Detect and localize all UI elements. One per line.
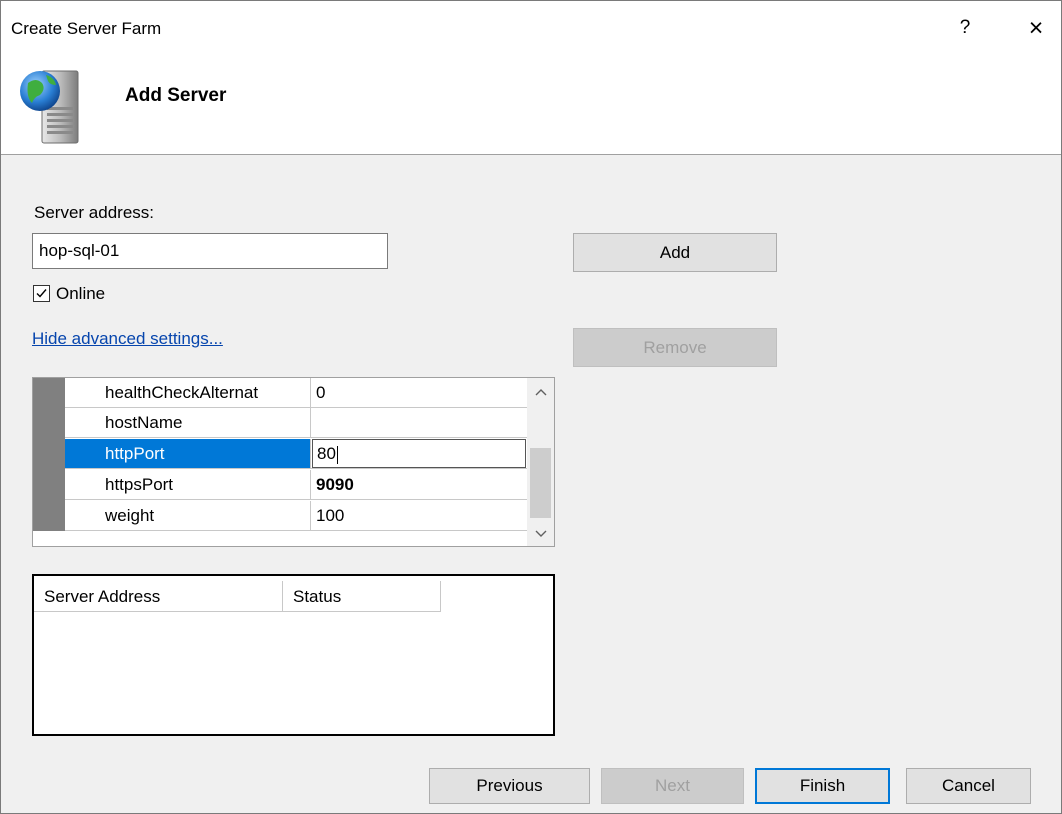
help-button[interactable]: ? [953, 15, 977, 41]
scroll-up-icon[interactable] [527, 378, 554, 404]
property-value-editor[interactable]: 80 [312, 439, 526, 468]
column-header-status[interactable]: Status [283, 581, 441, 612]
property-name-text: httpPort [105, 444, 165, 463]
server-address-label: Server address: [34, 203, 154, 222]
property-grid-gutter [33, 378, 65, 531]
property-name: httpPort [65, 439, 311, 468]
property-grid-scrollbar[interactable] [527, 378, 554, 546]
next-button[interactable]: Next [601, 768, 744, 804]
property-value[interactable]: 100 [312, 501, 526, 530]
cancel-button[interactable]: Cancel [906, 768, 1031, 804]
property-name: httpsPort [65, 470, 311, 499]
previous-button[interactable]: Previous [429, 768, 590, 804]
property-name: hostName [65, 408, 311, 437]
property-value[interactable]: 0 [312, 378, 526, 407]
property-row-selected[interactable]: httpPort 80 [65, 439, 527, 469]
wizard-header: Add Server [1, 53, 1061, 155]
property-row[interactable]: hostName [65, 408, 527, 438]
property-value-text: 80 [317, 444, 336, 463]
server-address-input[interactable]: hop-sql-01 [32, 233, 388, 269]
close-button[interactable]: × [1021, 14, 1051, 42]
check-icon [36, 289, 47, 298]
create-server-farm-dialog: Create Server Farm ? × Add Server Server… [0, 0, 1062, 814]
online-checkbox[interactable] [33, 285, 50, 302]
server-globe-icon [20, 70, 79, 144]
online-label: Online [56, 284, 106, 303]
hide-advanced-settings-link[interactable]: Hide advanced settings... [32, 329, 223, 349]
page-title: Add Server [125, 85, 227, 106]
finish-button[interactable]: Finish [755, 768, 890, 804]
column-header-server-address[interactable]: Server Address [34, 581, 283, 612]
advanced-property-grid[interactable]: healthCheckAlternat 0 hostName httpPort … [32, 377, 555, 547]
property-name: weight [65, 501, 311, 530]
property-name: healthCheckAlternat [65, 378, 311, 407]
title-bar: Create Server Farm ? × [1, 1, 1061, 53]
property-row[interactable]: weight 100 [65, 501, 527, 531]
property-row[interactable]: healthCheckAlternat 0 [65, 378, 527, 408]
scroll-thumb[interactable] [530, 448, 551, 518]
property-row[interactable]: httpsPort 9090 [65, 470, 527, 500]
property-value[interactable] [312, 408, 526, 437]
remove-button[interactable]: Remove [573, 328, 777, 367]
window-title: Create Server Farm [11, 19, 162, 38]
server-list[interactable]: Server Address Status [32, 574, 555, 736]
text-caret [336, 445, 338, 464]
scroll-down-icon[interactable] [527, 520, 554, 546]
property-value[interactable]: 9090 [312, 470, 526, 499]
add-button[interactable]: Add [573, 233, 777, 272]
